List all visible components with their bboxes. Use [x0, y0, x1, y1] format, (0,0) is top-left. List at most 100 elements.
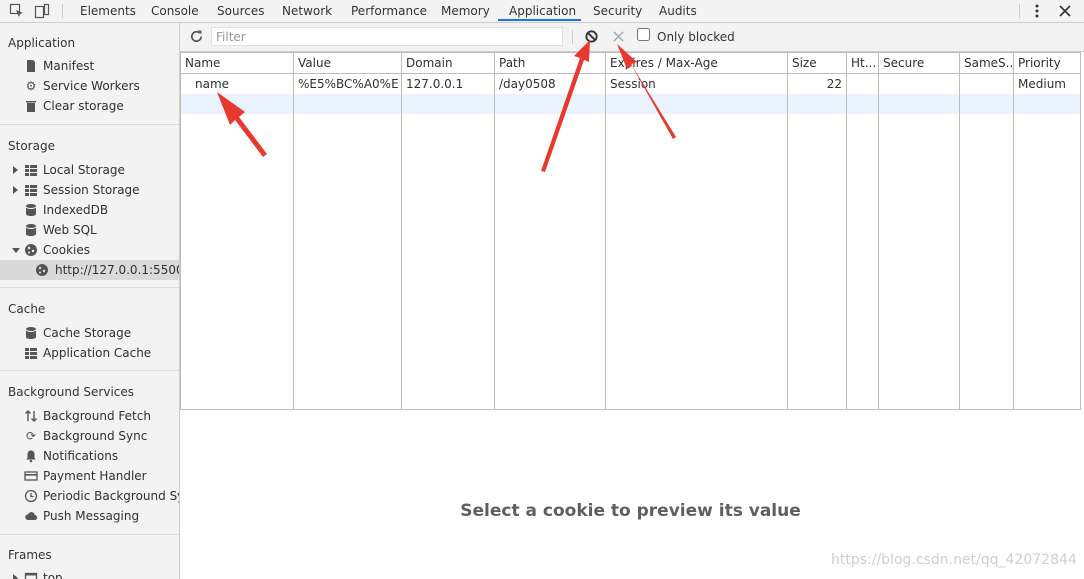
column-divider: [846, 53, 847, 409]
toolbar-divider: [572, 30, 573, 44]
sidebar-item-clear-storage[interactable]: Clear storage: [0, 96, 179, 116]
sidebar-item-background-fetch[interactable]: Background Fetch: [0, 406, 179, 426]
sidebar-item-cookie-origin[interactable]: http://127.0.0.1:5500: [0, 260, 179, 280]
only-blocked-checkbox[interactable]: [637, 28, 650, 41]
sidebar-item-cache-storage[interactable]: Cache Storage: [0, 323, 179, 343]
table-row-empty[interactable]: [181, 94, 1080, 114]
clock-icon: [24, 489, 38, 503]
sidebar-item-label: Application Cache: [43, 346, 152, 360]
sidebar-item-push-messaging[interactable]: Push Messaging: [0, 506, 179, 526]
column-header-priority[interactable]: Priority: [1018, 53, 1078, 73]
tab-network[interactable]: Network: [282, 0, 332, 22]
sidebar-item-label: Manifest: [43, 59, 95, 73]
cookies-table: Name Value Domain Path Expires / Max-Age…: [180, 52, 1081, 410]
cookie-samesite: [964, 74, 1012, 94]
collapse-arrow-icon[interactable]: [12, 248, 20, 253]
devtools-tab-bar: Elements Console Sources Network Perform…: [0, 0, 1084, 23]
column-divider: [787, 53, 788, 409]
section-title-application: Application: [8, 36, 76, 50]
sidebar-item-indexeddb[interactable]: IndexedDB: [0, 200, 179, 220]
sidebar-item-web-sql[interactable]: Web SQL: [0, 220, 179, 240]
watermark-text: https://blog.csdn.net/qq_42072844: [831, 552, 1077, 568]
database-icon: [26, 224, 36, 236]
more-options-icon[interactable]: [1029, 3, 1045, 19]
column-header-expires[interactable]: Expires / Max-Age: [610, 53, 780, 73]
sidebar-item-label: Periodic Background Sync: [43, 489, 179, 503]
section-title-storage: Storage: [8, 139, 55, 153]
section-divider: [0, 534, 179, 535]
column-header-domain[interactable]: Domain: [406, 53, 491, 73]
sidebar-item-label: Session Storage: [43, 183, 140, 197]
column-header-samesite[interactable]: SameS...: [964, 53, 1012, 73]
application-sidebar: Application Manifest ⚙ Service Workers C…: [0, 23, 180, 579]
tab-sources[interactable]: Sources: [217, 0, 264, 22]
cookie-expires: Session: [610, 77, 656, 91]
delete-selected-icon[interactable]: [612, 30, 625, 43]
filter-input[interactable]: [211, 27, 563, 46]
inspect-element-icon[interactable]: [9, 3, 25, 19]
sidebar-item-label: Background Fetch: [43, 409, 151, 423]
tab-audits[interactable]: Audits: [659, 0, 697, 22]
sidebar-item-session-storage[interactable]: Session Storage: [0, 180, 179, 200]
sidebar-item-label: Background Sync: [43, 429, 148, 443]
refresh-icon[interactable]: [189, 29, 204, 44]
tab-performance[interactable]: Performance: [351, 0, 427, 22]
sync-icon: ⟳: [25, 429, 37, 443]
close-icon[interactable]: [1057, 3, 1073, 19]
column-divider: [401, 53, 402, 409]
section-title-background-services: Background Services: [8, 385, 135, 399]
cookie-secure: [883, 74, 953, 94]
column-header-secure[interactable]: Secure: [883, 53, 953, 73]
expand-arrow-icon[interactable]: [13, 574, 18, 579]
cookie-domain: 127.0.0.1: [406, 77, 464, 91]
sidebar-item-manifest[interactable]: Manifest: [0, 56, 179, 76]
expand-arrow-icon[interactable]: [13, 186, 18, 194]
tab-security[interactable]: Security: [593, 0, 642, 22]
column-header-size[interactable]: Size: [792, 53, 842, 73]
tab-elements[interactable]: Elements: [80, 0, 136, 22]
tab-memory[interactable]: Memory: [441, 0, 490, 22]
sidebar-item-local-storage[interactable]: Local Storage: [0, 160, 179, 180]
sidebar-item-periodic-background-sync[interactable]: Periodic Background Sync: [0, 486, 179, 506]
table-row[interactable]: name %E5%BC%A0%E... 127.0.0.1 /day0508 S…: [181, 74, 1080, 94]
sidebar-item-background-sync[interactable]: ⟳ Background Sync: [0, 426, 179, 446]
section-title-cache: Cache: [8, 302, 46, 316]
sidebar-item-service-workers[interactable]: ⚙ Service Workers: [0, 76, 179, 96]
only-blocked-label: Only blocked: [657, 30, 735, 44]
sidebar-item-label: Service Workers: [43, 79, 140, 93]
sidebar-item-label: Web SQL: [43, 223, 97, 237]
cookie-httponly: [851, 74, 879, 94]
sidebar-item-label: http://127.0.0.1:5500: [55, 263, 180, 277]
section-divider: [0, 124, 179, 125]
sidebar-item-frame-top[interactable]: top: [0, 568, 179, 579]
sidebar-item-label: Payment Handler: [43, 469, 147, 483]
sidebar-item-label: IndexedDB: [43, 203, 109, 217]
column-divider: [1013, 53, 1014, 409]
column-header-value[interactable]: Value: [298, 53, 398, 73]
sidebar-item-label: Cache Storage: [43, 326, 132, 340]
clear-all-icon[interactable]: [584, 29, 599, 44]
grid-icon: [25, 185, 37, 196]
device-toolbar-icon[interactable]: [34, 3, 50, 19]
cookie-name: name: [195, 77, 230, 91]
sidebar-item-label: Cookies: [43, 243, 90, 257]
card-icon: [24, 471, 38, 481]
column-header-httponly[interactable]: Ht...: [851, 53, 879, 73]
database-icon: [26, 327, 36, 339]
sidebar-item-cookies[interactable]: Cookies: [0, 240, 179, 260]
grid-icon: [25, 348, 37, 359]
sidebar-item-payment-handler[interactable]: Payment Handler: [0, 466, 179, 486]
column-header-path[interactable]: Path: [499, 53, 599, 73]
sidebar-item-application-cache[interactable]: Application Cache: [0, 343, 179, 363]
expand-arrow-icon[interactable]: [13, 166, 18, 174]
database-icon: [26, 204, 36, 216]
tab-bar-divider: [62, 4, 63, 18]
cookies-toolbar: Only blocked: [180, 23, 1084, 52]
column-header-name[interactable]: Name: [185, 53, 291, 73]
tab-console[interactable]: Console: [151, 0, 199, 22]
table-header: Name Value Domain Path Expires / Max-Age…: [181, 53, 1080, 74]
tab-bar-divider: [1019, 4, 1020, 18]
grid-icon: [25, 165, 37, 176]
sidebar-item-notifications[interactable]: Notifications: [0, 446, 179, 466]
cookie-value: %E5%BC%A0%E...: [298, 77, 398, 91]
